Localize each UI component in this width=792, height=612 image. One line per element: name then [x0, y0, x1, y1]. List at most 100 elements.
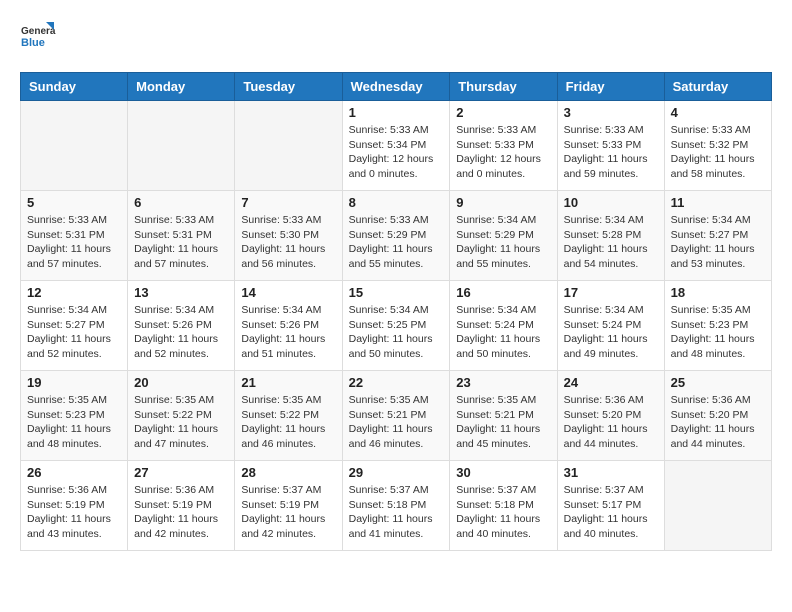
calendar-cell: 22 Sunrise: 5:35 AM Sunset: 5:21 PM Dayli…	[342, 371, 450, 461]
day-number: 8	[349, 195, 444, 210]
day-info: Sunrise: 5:34 AM Sunset: 5:24 PM Dayligh…	[564, 303, 658, 362]
calendar-cell: 29 Sunrise: 5:37 AM Sunset: 5:18 PM Dayli…	[342, 461, 450, 551]
calendar-cell: 15 Sunrise: 5:34 AM Sunset: 5:25 PM Dayli…	[342, 281, 450, 371]
day-info: Sunrise: 5:33 AM Sunset: 5:29 PM Dayligh…	[349, 213, 444, 272]
day-info: Sunrise: 5:37 AM Sunset: 5:17 PM Dayligh…	[564, 483, 658, 542]
day-info: Sunrise: 5:36 AM Sunset: 5:19 PM Dayligh…	[27, 483, 121, 542]
day-number: 15	[349, 285, 444, 300]
day-number: 25	[671, 375, 765, 390]
calendar-cell: 30 Sunrise: 5:37 AM Sunset: 5:18 PM Dayli…	[450, 461, 557, 551]
day-info: Sunrise: 5:35 AM Sunset: 5:22 PM Dayligh…	[241, 393, 335, 452]
calendar-week-1: 1Sunrise: 5:33 AM Sunset: 5:34 PM Daylig…	[21, 101, 772, 191]
calendar-header-row: SundayMondayTuesdayWednesdayThursdayFrid…	[21, 73, 772, 101]
calendar-cell: 1Sunrise: 5:33 AM Sunset: 5:34 PM Daylig…	[342, 101, 450, 191]
day-number: 19	[27, 375, 121, 390]
day-info: Sunrise: 5:33 AM Sunset: 5:30 PM Dayligh…	[241, 213, 335, 272]
day-info: Sunrise: 5:35 AM Sunset: 5:23 PM Dayligh…	[671, 303, 765, 362]
day-info: Sunrise: 5:34 AM Sunset: 5:26 PM Dayligh…	[134, 303, 228, 362]
calendar-cell: 12Sunrise: 5:34 AM Sunset: 5:27 PM Dayli…	[21, 281, 128, 371]
calendar-cell: 8 Sunrise: 5:33 AM Sunset: 5:29 PM Daylig…	[342, 191, 450, 281]
day-info: Sunrise: 5:34 AM Sunset: 5:27 PM Dayligh…	[671, 213, 765, 272]
day-number: 2	[456, 105, 550, 120]
calendar-cell: 5 Sunrise: 5:33 AM Sunset: 5:31 PM Daylig…	[21, 191, 128, 281]
column-header-wednesday: Wednesday	[342, 73, 450, 101]
calendar-week-3: 12Sunrise: 5:34 AM Sunset: 5:27 PM Dayli…	[21, 281, 772, 371]
calendar-week-2: 5 Sunrise: 5:33 AM Sunset: 5:31 PM Daylig…	[21, 191, 772, 281]
page-header: General Blue	[20, 20, 772, 56]
day-number: 21	[241, 375, 335, 390]
calendar-cell: 23 Sunrise: 5:35 AM Sunset: 5:21 PM Dayli…	[450, 371, 557, 461]
day-number: 17	[564, 285, 658, 300]
calendar-cell: 27Sunrise: 5:36 AM Sunset: 5:19 PM Dayli…	[128, 461, 235, 551]
day-info: Sunrise: 5:35 AM Sunset: 5:22 PM Dayligh…	[134, 393, 228, 452]
day-number: 27	[134, 465, 228, 480]
calendar-week-5: 26 Sunrise: 5:36 AM Sunset: 5:19 PM Dayli…	[21, 461, 772, 551]
day-number: 30	[456, 465, 550, 480]
logo: General Blue	[20, 20, 56, 56]
day-number: 26	[27, 465, 121, 480]
calendar-cell: 10Sunrise: 5:34 AM Sunset: 5:28 PM Dayli…	[557, 191, 664, 281]
day-number: 24	[564, 375, 658, 390]
day-number: 31	[564, 465, 658, 480]
day-number: 28	[241, 465, 335, 480]
column-header-sunday: Sunday	[21, 73, 128, 101]
day-info: Sunrise: 5:37 AM Sunset: 5:18 PM Dayligh…	[456, 483, 550, 542]
calendar-cell: 11 Sunrise: 5:34 AM Sunset: 5:27 PM Dayli…	[664, 191, 771, 281]
calendar-cell: 26 Sunrise: 5:36 AM Sunset: 5:19 PM Dayli…	[21, 461, 128, 551]
day-info: Sunrise: 5:37 AM Sunset: 5:18 PM Dayligh…	[349, 483, 444, 542]
calendar-cell: 25 Sunrise: 5:36 AM Sunset: 5:20 PM Dayli…	[664, 371, 771, 461]
day-number: 16	[456, 285, 550, 300]
day-info: Sunrise: 5:33 AM Sunset: 5:34 PM Dayligh…	[349, 123, 444, 182]
day-number: 13	[134, 285, 228, 300]
day-number: 11	[671, 195, 765, 210]
svg-text:General: General	[21, 26, 56, 37]
calendar-cell	[664, 461, 771, 551]
day-info: Sunrise: 5:33 AM Sunset: 5:31 PM Dayligh…	[134, 213, 228, 272]
day-info: Sunrise: 5:34 AM Sunset: 5:26 PM Dayligh…	[241, 303, 335, 362]
day-info: Sunrise: 5:33 AM Sunset: 5:32 PM Dayligh…	[671, 123, 765, 182]
day-number: 9	[456, 195, 550, 210]
day-info: Sunrise: 5:33 AM Sunset: 5:33 PM Dayligh…	[456, 123, 550, 182]
day-info: Sunrise: 5:33 AM Sunset: 5:33 PM Dayligh…	[564, 123, 658, 182]
day-number: 6	[134, 195, 228, 210]
calendar-cell	[128, 101, 235, 191]
day-info: Sunrise: 5:34 AM Sunset: 5:28 PM Dayligh…	[564, 213, 658, 272]
day-info: Sunrise: 5:36 AM Sunset: 5:20 PM Dayligh…	[564, 393, 658, 452]
day-info: Sunrise: 5:36 AM Sunset: 5:20 PM Dayligh…	[671, 393, 765, 452]
calendar-cell	[235, 101, 342, 191]
column-header-thursday: Thursday	[450, 73, 557, 101]
day-info: Sunrise: 5:35 AM Sunset: 5:23 PM Dayligh…	[27, 393, 121, 452]
day-number: 22	[349, 375, 444, 390]
day-number: 23	[456, 375, 550, 390]
day-info: Sunrise: 5:35 AM Sunset: 5:21 PM Dayligh…	[456, 393, 550, 452]
day-info: Sunrise: 5:37 AM Sunset: 5:19 PM Dayligh…	[241, 483, 335, 542]
calendar-week-4: 19 Sunrise: 5:35 AM Sunset: 5:23 PM Dayli…	[21, 371, 772, 461]
logo-graphic: General Blue	[20, 20, 56, 56]
calendar-cell: 4 Sunrise: 5:33 AM Sunset: 5:32 PM Daylig…	[664, 101, 771, 191]
calendar-cell: 24 Sunrise: 5:36 AM Sunset: 5:20 PM Dayli…	[557, 371, 664, 461]
day-info: Sunrise: 5:34 AM Sunset: 5:27 PM Dayligh…	[27, 303, 121, 362]
calendar-cell: 6 Sunrise: 5:33 AM Sunset: 5:31 PM Daylig…	[128, 191, 235, 281]
calendar-cell: 9 Sunrise: 5:34 AM Sunset: 5:29 PM Daylig…	[450, 191, 557, 281]
day-info: Sunrise: 5:33 AM Sunset: 5:31 PM Dayligh…	[27, 213, 121, 272]
day-info: Sunrise: 5:34 AM Sunset: 5:25 PM Dayligh…	[349, 303, 444, 362]
calendar-cell	[21, 101, 128, 191]
calendar-cell: 19 Sunrise: 5:35 AM Sunset: 5:23 PM Dayli…	[21, 371, 128, 461]
day-number: 3	[564, 105, 658, 120]
day-number: 14	[241, 285, 335, 300]
calendar-cell: 31 Sunrise: 5:37 AM Sunset: 5:17 PM Dayli…	[557, 461, 664, 551]
calendar-cell: 16Sunrise: 5:34 AM Sunset: 5:24 PM Dayli…	[450, 281, 557, 371]
day-number: 4	[671, 105, 765, 120]
column-header-monday: Monday	[128, 73, 235, 101]
column-header-tuesday: Tuesday	[235, 73, 342, 101]
day-info: Sunrise: 5:34 AM Sunset: 5:29 PM Dayligh…	[456, 213, 550, 272]
calendar-cell: 7Sunrise: 5:33 AM Sunset: 5:30 PM Daylig…	[235, 191, 342, 281]
calendar-cell: 18 Sunrise: 5:35 AM Sunset: 5:23 PM Dayli…	[664, 281, 771, 371]
day-info: Sunrise: 5:35 AM Sunset: 5:21 PM Dayligh…	[349, 393, 444, 452]
svg-text:Blue: Blue	[21, 37, 45, 49]
day-number: 18	[671, 285, 765, 300]
calendar-cell: 14 Sunrise: 5:34 AM Sunset: 5:26 PM Dayli…	[235, 281, 342, 371]
day-number: 29	[349, 465, 444, 480]
calendar-cell: 13 Sunrise: 5:34 AM Sunset: 5:26 PM Dayli…	[128, 281, 235, 371]
day-number: 5	[27, 195, 121, 210]
